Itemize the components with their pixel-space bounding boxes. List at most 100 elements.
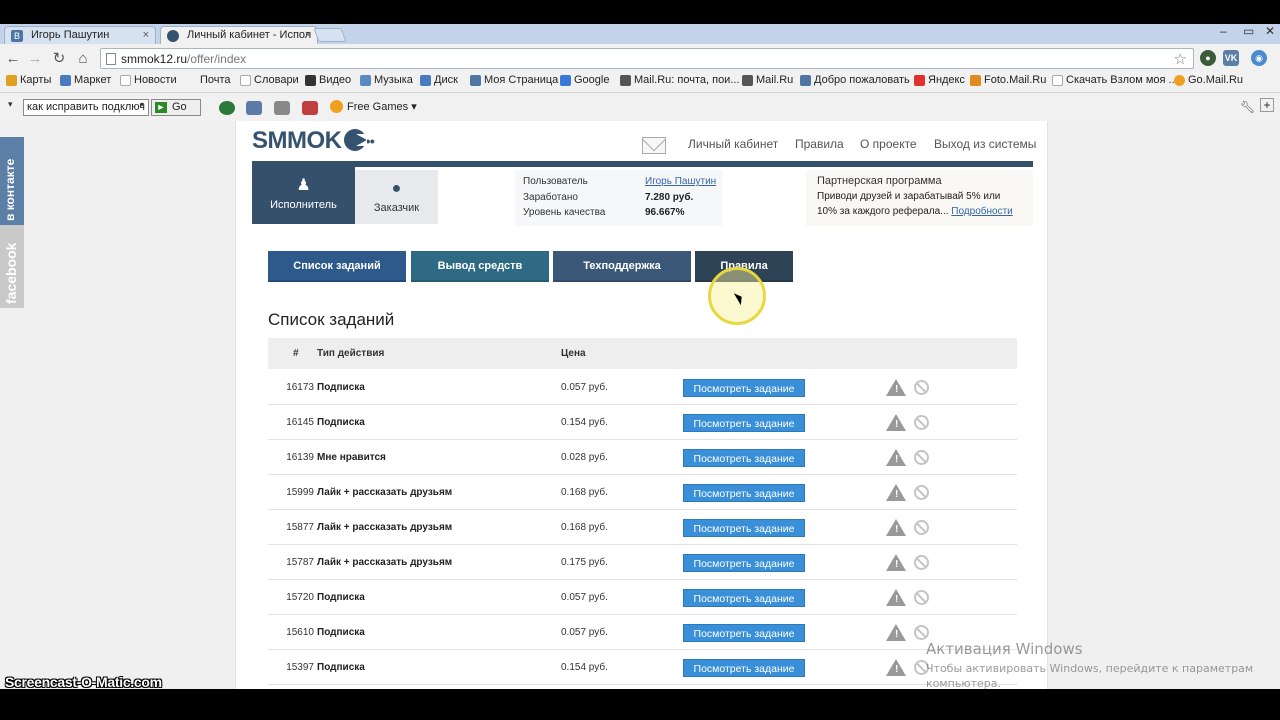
bookmark-download[interactable]: Скачать Взлом моя ... <box>1052 74 1178 86</box>
warning-icon[interactable]: ! <box>886 554 906 571</box>
user-name-link[interactable]: Игорь Пашутин <box>645 176 716 187</box>
bookmark-video[interactable]: Видео <box>305 74 351 86</box>
support-button[interactable]: Техподдержка <box>553 251 691 282</box>
site-content: SMMOK •• Личный кабинет Правила О проекте… <box>235 121 1048 689</box>
role-customer-tab[interactable]: ● Заказчик <box>355 170 438 224</box>
tab-igor[interactable]: B Игорь Пашутин × <box>4 26 156 44</box>
block-icon[interactable] <box>914 415 929 430</box>
minimize-icon[interactable]: – <box>1220 24 1227 38</box>
role-executor-tab[interactable]: ♟ Исполнитель <box>252 167 355 224</box>
block-icon[interactable] <box>914 380 929 395</box>
view-task-button[interactable]: Посмотреть задание <box>683 414 805 432</box>
task-price: 0.057 руб. <box>561 592 608 603</box>
extension-eye-icon[interactable]: ◉ <box>1251 50 1267 66</box>
view-task-button[interactable]: Посмотреть задание <box>683 659 805 677</box>
block-icon[interactable] <box>914 590 929 605</box>
tasks-list-button[interactable]: Список заданий <box>268 251 406 282</box>
warning-icon[interactable]: ! <box>886 449 906 466</box>
bookmark-mailru[interactable]: Mail.Ru <box>742 74 793 86</box>
back-icon[interactable]: ← <box>4 50 22 68</box>
view-task-button[interactable]: Посмотреть задание <box>683 624 805 642</box>
warning-icon[interactable]: ! <box>886 484 906 501</box>
facebook-side-widget[interactable]: facebook <box>0 225 24 308</box>
navigation-bar: ← → ↻ ⌂ smmok12.ru/offer/index ☆ ● VK ◉ <box>0 44 1280 72</box>
warning-icon[interactable]: ! <box>886 414 906 431</box>
bookmark-news[interactable]: Новости <box>120 74 177 86</box>
close-icon[interactable]: × <box>143 27 149 44</box>
home-icon[interactable]: ⌂ <box>74 50 92 68</box>
view-task-button[interactable]: Посмотреть задание <box>683 554 805 572</box>
bookmark-yandex[interactable]: Яндекс <box>914 74 965 86</box>
bookmark-welcome[interactable]: Добро пожаловать <box>800 74 910 86</box>
nav-logout[interactable]: Выход из системы <box>934 137 1036 151</box>
free-games-menu[interactable]: Free Games ▾ <box>330 100 417 113</box>
tab-title: Личный кабинет - Испол <box>187 29 312 41</box>
tab-cabinet[interactable]: Личный кабинет - Испол × <box>160 26 318 44</box>
warning-icon[interactable]: ! <box>886 379 906 396</box>
toolbar-car-icon[interactable] <box>246 101 262 115</box>
table-row: 15397 Подписка 0.154 руб. Посмотреть задани… <box>268 650 1017 685</box>
block-icon[interactable] <box>914 520 929 535</box>
maximize-icon[interactable]: ▭ <box>1243 24 1254 38</box>
toolbar-trash-icon[interactable] <box>302 101 318 115</box>
toolbar-row: ▾ как исправить подключ ▾ ► Go Free Games… <box>0 92 1280 120</box>
bookmark-star-icon[interactable]: ☆ <box>1174 50 1187 68</box>
bookmark-market[interactable]: Маркет <box>60 74 111 86</box>
nav-rules[interactable]: Правила <box>795 137 844 151</box>
bookmark-foto-mailru[interactable]: Foto.Mail.Ru <box>970 74 1046 86</box>
toolbar-gamepad-icon[interactable] <box>274 101 290 115</box>
chevron-down-icon[interactable]: ▾ <box>140 100 144 109</box>
bookmark-disk[interactable]: Диск <box>420 74 458 86</box>
warning-icon[interactable]: ! <box>886 659 906 676</box>
block-icon[interactable] <box>914 625 929 640</box>
close-window-icon[interactable]: ✕ <box>1265 24 1275 38</box>
bookmark-go-mailru[interactable]: Go.Mail.Ru <box>1174 74 1243 86</box>
forward-icon[interactable]: → <box>26 50 44 68</box>
partner-details-link[interactable]: Подробности <box>951 206 1012 217</box>
view-task-button[interactable]: Посмотреть задание <box>683 379 805 397</box>
dropdown-arrow-icon[interactable]: ▾ <box>8 99 13 110</box>
task-type: Подписка <box>317 417 365 428</box>
page-title: Список заданий <box>268 310 395 329</box>
toolbar-addon-icon[interactable] <box>219 101 235 115</box>
new-tab-button[interactable] <box>313 28 347 42</box>
vk-side-widget[interactable]: в контакте <box>0 137 24 225</box>
wrench-icon[interactable]: 🔧︎ <box>1240 100 1255 114</box>
nav-about[interactable]: О проекте <box>860 137 917 151</box>
vk-extension-icon[interactable]: VK <box>1223 50 1239 66</box>
extension-globe-icon[interactable]: ● <box>1200 50 1216 66</box>
mail-icon[interactable] <box>642 137 666 154</box>
view-task-button[interactable]: Посмотреть задание <box>683 449 805 467</box>
bookmark-music[interactable]: Музыка <box>360 74 413 86</box>
free-games-icon <box>330 100 343 113</box>
view-task-button[interactable]: Посмотреть задание <box>683 519 805 537</box>
bookmarks-bar: Карты Маркет Новости Почта Словари Видео… <box>0 72 1280 90</box>
bookmark-maps[interactable]: Карты <box>6 74 51 86</box>
toolbar-search-input[interactable]: как исправить подключ <box>23 99 149 116</box>
nav-cabinet[interactable]: Личный кабинет <box>688 137 778 151</box>
site-logo[interactable]: SMMOK •• <box>252 127 375 155</box>
bookmark-mail[interactable]: Почта <box>186 74 231 86</box>
block-icon[interactable] <box>914 555 929 570</box>
warning-icon[interactable]: ! <box>886 519 906 536</box>
table-row: 15787 Лайк + рассказать друзьям 0.175 руб.… <box>268 545 1017 580</box>
page-viewport: в контакте facebook SMMOK •• Личный кабин… <box>0 121 1280 689</box>
reload-icon[interactable]: ↻ <box>50 50 68 68</box>
warning-icon[interactable]: ! <box>886 589 906 606</box>
warning-icon[interactable]: ! <box>886 624 906 641</box>
block-icon[interactable] <box>914 485 929 500</box>
block-icon[interactable] <box>914 450 929 465</box>
task-id: 15999 <box>286 487 314 498</box>
add-icon[interactable]: + <box>1260 98 1274 112</box>
withdraw-button[interactable]: Вывод средств <box>411 251 549 282</box>
bookmark-mailru-search[interactable]: Mail.Ru: почта, пои... <box>620 74 740 86</box>
view-task-button[interactable]: Посмотреть задание <box>683 589 805 607</box>
table-row: 15877 Лайк + рассказать друзьям 0.168 руб.… <box>268 510 1017 545</box>
go-button[interactable]: ► Go <box>151 99 201 116</box>
address-bar[interactable]: smmok12.ru/offer/index ☆ <box>100 48 1194 69</box>
bookmark-my-page[interactable]: Моя Страница <box>470 74 558 86</box>
bookmark-dictionaries[interactable]: Словари <box>240 74 299 86</box>
view-task-button[interactable]: Посмотреть задание <box>683 484 805 502</box>
close-icon[interactable]: × <box>305 27 311 44</box>
bookmark-google[interactable]: Google <box>560 74 609 86</box>
